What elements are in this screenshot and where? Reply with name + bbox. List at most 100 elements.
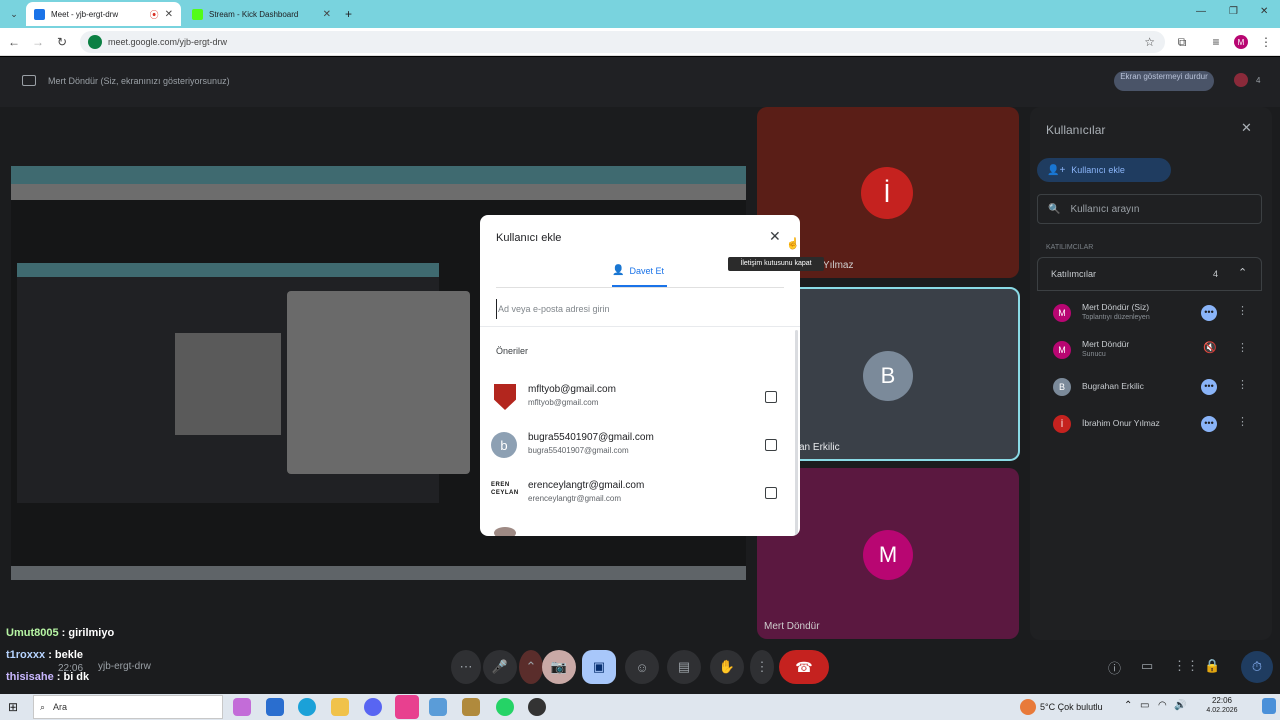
reload-icon[interactable]: ↻	[54, 34, 70, 50]
participant-role: Sunucu	[1082, 351, 1106, 358]
windows-taskbar: ⊞ ⌕ Ara 5°C Çok bulutlu ⌃ ▭ ◠ 🔊 22:06 4.…	[0, 694, 1280, 720]
participants-count: 4	[1213, 269, 1219, 279]
camera-off-icon[interactable]: 📷	[542, 650, 576, 684]
people-count: 4	[1256, 76, 1261, 85]
kebab-menu-icon[interactable]: ⋮	[1237, 415, 1248, 428]
host-controls-icon[interactable]: 🔒	[1204, 658, 1220, 674]
meet-favicon-icon	[34, 8, 45, 20]
search-icon: 🔍	[1048, 203, 1061, 215]
forward-icon[interactable]: →	[30, 34, 46, 50]
chat-icon[interactable]: ▭	[1141, 658, 1153, 674]
microphone-icon[interactable]: 🎤	[483, 650, 517, 684]
more-options-icon[interactable]: •••	[1201, 416, 1217, 432]
meeting-info-icon[interactable]: ⓘ	[1108, 658, 1121, 677]
whatsapp-icon[interactable]	[496, 698, 514, 716]
obs-icon[interactable]	[528, 698, 546, 716]
raise-hand-icon[interactable]: ✋	[710, 650, 744, 684]
more-actions-icon[interactable]: ⋯	[451, 650, 481, 684]
close-panel-icon[interactable]: ✕	[1241, 120, 1252, 136]
timer-icon[interactable]: ⏱	[1241, 651, 1273, 683]
search-placeholder: Kullanıcı arayın	[1070, 203, 1140, 215]
search-people-input[interactable]: 🔍 Kullanıcı arayın	[1037, 194, 1262, 224]
mic-off-icon: 🔇	[1203, 342, 1217, 354]
more-options-icon[interactable]: •••	[1201, 379, 1217, 395]
shield-logo-icon	[494, 384, 516, 410]
new-tab-icon[interactable]: +	[345, 7, 352, 21]
suggestion-checkbox[interactable]	[765, 391, 777, 403]
chevron-up-icon[interactable]: ⌃	[1238, 266, 1247, 279]
participant-avatar: M	[863, 530, 913, 580]
tab-invite[interactable]: 👤 Davet Et	[612, 265, 664, 276]
participant-row[interactable]: İ İbrahim Onur Yılmaz ••• ⋮	[1037, 404, 1262, 441]
captions-icon[interactable]: ▤	[667, 650, 701, 684]
weather-icon[interactable]	[1020, 699, 1036, 715]
wifi-icon[interactable]: ◠	[1158, 700, 1167, 711]
suggestion-checkbox[interactable]	[765, 439, 777, 451]
taskbar-search-input[interactable]: ⌕ Ara	[33, 695, 223, 719]
suggestion-checkbox[interactable]	[765, 487, 777, 499]
taskbar-app-icon[interactable]	[462, 698, 480, 716]
close-window-icon[interactable]: ✕	[1260, 6, 1268, 17]
taskbar-app-icon[interactable]	[429, 698, 447, 716]
kebab-menu-icon[interactable]: ⋮	[1237, 378, 1248, 391]
participant-name: Mert Döndür	[764, 621, 820, 632]
participant-row[interactable]: B Bugrahan Erkilic ••• ⋮	[1037, 367, 1262, 404]
more-options-icon[interactable]: •••	[1201, 305, 1217, 321]
discord-icon[interactable]	[364, 698, 382, 716]
profile-avatar[interactable]: M	[1234, 35, 1248, 49]
more-options-icon[interactable]: ⋮	[750, 650, 774, 684]
camera-options-chevron-icon[interactable]: ⌃	[519, 650, 543, 684]
site-info-icon[interactable]	[88, 35, 102, 49]
close-dialog-icon[interactable]: ✕	[769, 228, 781, 245]
panel-title: Kullanıcılar	[1046, 123, 1106, 137]
browser-menu-icon[interactable]: ⋮	[1258, 34, 1274, 50]
copilot-icon[interactable]	[233, 698, 251, 716]
participants-avatars-icon[interactable]	[1234, 73, 1248, 87]
participants-header[interactable]: Katılımcılar 4 ⌃	[1037, 257, 1262, 291]
close-tab-icon[interactable]: ✕	[323, 9, 331, 20]
network-icon[interactable]: ▭	[1140, 700, 1149, 711]
tab-divider	[496, 287, 784, 288]
url-field[interactable]: meet.google.com/yjb-ergt-drw ☆	[80, 31, 1165, 53]
presentation-bar: Mert Döndür (Siz, ekranınızı gösteriyors…	[0, 57, 1280, 107]
stop-presenting-button[interactable]: Ekran göstermeyi durdur	[1114, 71, 1214, 91]
emoji-icon[interactable]: ☺	[625, 650, 659, 684]
suggestions-heading: Öneriler	[496, 346, 529, 356]
bookmark-star-icon[interactable]: ☆	[1144, 35, 1155, 49]
extensions-icon[interactable]: ⧉	[1174, 34, 1190, 50]
clock-date[interactable]: 4.02.2026	[1196, 707, 1248, 714]
participant-row[interactable]: M Mert Döndür Sunucu 🔇 ⋮	[1037, 330, 1262, 367]
volume-icon[interactable]: 🔊	[1174, 700, 1186, 711]
edge-icon[interactable]	[298, 698, 316, 716]
suggestion-avatar: b	[491, 432, 517, 458]
input-divider	[480, 326, 800, 327]
windows-start-icon[interactable]: ⊞	[8, 700, 18, 714]
weather-text[interactable]: 5°C Çok bulutlu	[1040, 702, 1103, 712]
close-tooltip: İletişim kutusunu kapat	[728, 257, 824, 271]
tray-chevron-icon[interactable]: ⌃	[1124, 700, 1132, 711]
add-user-button[interactable]: 👤+ Kullanıcı ekle	[1037, 158, 1171, 182]
clock-time[interactable]: 22:06	[1206, 696, 1238, 705]
back-icon[interactable]: ←	[6, 34, 22, 50]
chrome-active-icon[interactable]	[395, 695, 419, 719]
kebab-menu-icon[interactable]: ⋮	[1237, 341, 1248, 354]
tab-meet[interactable]: Meet - yjb-ergt-drw ⦿ ✕	[26, 2, 181, 26]
suggestion-row[interactable]: EREN CEYLAN erenceylangtr@gmail.com eren…	[480, 469, 800, 517]
minimize-icon[interactable]: —	[1196, 6, 1206, 17]
activities-icon[interactable]: ⋮⋮	[1173, 658, 1199, 674]
suggestion-row[interactable]: b bugra55401907@gmail.com bugra55401907@…	[480, 421, 800, 469]
taskbar-app-icon[interactable]	[266, 698, 284, 716]
suggestion-row[interactable]: mfltyob@gmail.com mfltyob@gmail.com	[480, 373, 800, 421]
kebab-menu-icon[interactable]: ⋮	[1237, 304, 1248, 317]
tab-search-icon[interactable]: ⌄	[6, 6, 22, 22]
tab-kick[interactable]: Stream - Kick Dashboard ✕	[184, 2, 339, 26]
leave-call-icon[interactable]: ☎	[779, 650, 829, 684]
notifications-icon[interactable]	[1262, 698, 1276, 714]
media-icon[interactable]: ≡	[1208, 34, 1224, 50]
invite-input[interactable]: Ad veya e-posta adresi girin	[496, 299, 784, 319]
file-explorer-icon[interactable]	[331, 698, 349, 716]
close-tab-icon[interactable]: ✕	[165, 9, 173, 20]
maximize-icon[interactable]: ❐	[1229, 6, 1238, 17]
participant-row[interactable]: M Mert Döndür (Siz) Toplantıyı düzenleye…	[1037, 293, 1262, 330]
present-now-icon[interactable]: ▣	[582, 650, 616, 684]
